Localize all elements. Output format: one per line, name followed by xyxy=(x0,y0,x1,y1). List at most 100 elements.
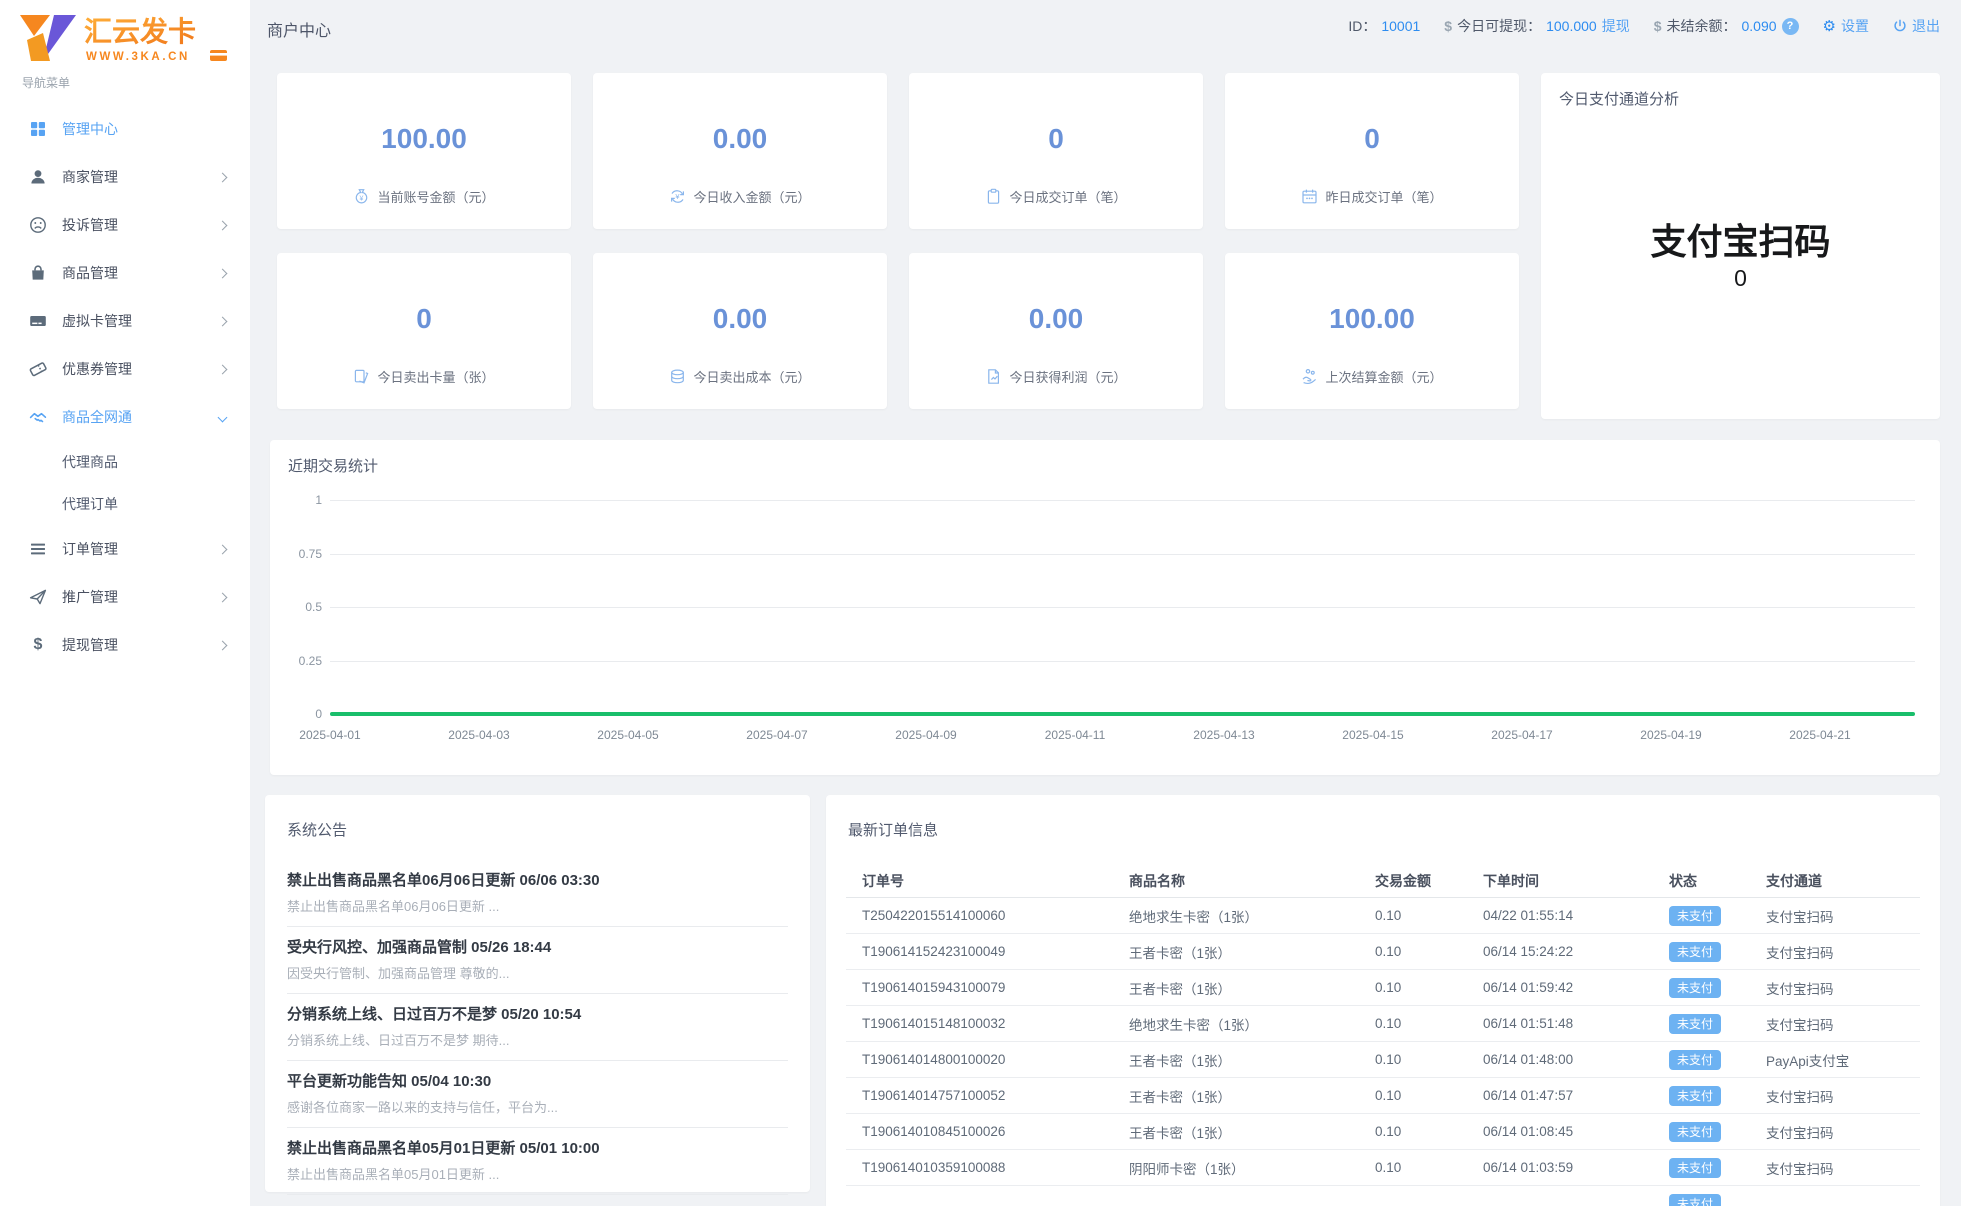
coupon-icon xyxy=(28,359,48,379)
sidebar-item-8[interactable]: 推广管理 xyxy=(0,573,250,621)
stat-card: 0 今日成交订单（笔） xyxy=(909,73,1203,229)
sidebar-item-5[interactable]: 优惠券管理 xyxy=(0,345,250,393)
order-channel: 支付宝扫码 xyxy=(1766,1125,1834,1141)
order-row: T190614014757100052 王者卡密（1张） 0.10 06/14 01:… xyxy=(846,1078,1920,1114)
sidebar-subitem[interactable]: 代理订单 xyxy=(0,483,250,525)
order-product: 王者卡密（1张） xyxy=(1129,1089,1232,1105)
order-channel: 支付宝扫码 xyxy=(1766,981,1834,997)
order-row: T250422015514100060 绝地求生卡密（1张） 0.10 04/22 0… xyxy=(846,898,1920,934)
announcement-item[interactable]: 禁止出售商品黑名单05月01日更新 05/01 10:00 禁止出售商品黑名单05… xyxy=(287,1128,788,1195)
stat-label: 今日成交订单（笔） xyxy=(1009,190,1127,205)
announcement-title: 分销系统上线、日过百万不是梦 05/20 10:54 xyxy=(287,1006,582,1023)
nav-section-label: 导航菜单 xyxy=(22,76,71,90)
y-axis-tick-label: 0.5 xyxy=(305,600,322,614)
sidebar-item-label: 商家管理 xyxy=(62,169,118,185)
order-no: T190614015943100079 xyxy=(862,980,1006,995)
settle-hand-icon xyxy=(1301,368,1318,385)
settings-button[interactable]: ⚙ 设置 xyxy=(1823,16,1869,36)
stat-label: 今日获得利润（元） xyxy=(1009,370,1127,385)
chevron-right-icon xyxy=(217,268,228,278)
withdrawable-value: 100.000 xyxy=(1546,18,1597,34)
sidebar-item-label: 优惠券管理 xyxy=(62,361,132,377)
dashboard-icon xyxy=(28,119,48,139)
x-axis-tick-label: 2025-04-05 xyxy=(597,728,659,742)
payment-panel-title: 今日支付通道分析 xyxy=(1559,91,1680,108)
product-icon xyxy=(28,263,48,283)
stat-card: 0 昨日成交订单（笔） xyxy=(1225,73,1519,229)
chevron-right-icon xyxy=(217,364,228,374)
announcement-summary: 感谢各位商家一路以来的支持与信任，平台为... xyxy=(287,1100,558,1115)
complaint-icon xyxy=(28,215,48,235)
order-amount: 0.10 xyxy=(1375,1124,1402,1139)
stat-value: 0.00 xyxy=(1028,303,1084,334)
announcements-panel: 系统公告 禁止出售商品黑名单06月06日更新 06/06 03:30 禁止出售商品… xyxy=(265,795,810,1195)
orders-column-header: 交易金额 xyxy=(1375,872,1431,889)
virtual-card-icon xyxy=(28,311,48,331)
chevron-down-icon xyxy=(217,412,228,422)
sidebar-item-6[interactable]: 商品全网通 xyxy=(0,393,250,441)
order-product: 阴阳师卡密（1张） xyxy=(1129,1161,1245,1177)
stat-card: 0 今日卖出卡量（张） xyxy=(277,253,571,409)
stat-value: 0 xyxy=(1048,123,1064,154)
help-icon[interactable]: ? xyxy=(1781,17,1799,35)
sidebar-item-2[interactable]: 投诉管理 xyxy=(0,201,250,249)
order-amount: 0.10 xyxy=(1375,944,1402,959)
order-no: T190614014800100020 xyxy=(862,1052,1006,1067)
sidebar-item-3[interactable]: 商品管理 xyxy=(0,249,250,297)
sidebar-item-7[interactable]: 订单管理 xyxy=(0,525,250,573)
order-product: 王者卡密（1张） xyxy=(1129,1125,1232,1141)
sidebar-item-0[interactable]: 管理中心 xyxy=(0,105,250,153)
order-amount: 0.10 xyxy=(1375,1160,1402,1175)
logout-button[interactable]: 退出 xyxy=(1893,16,1940,36)
announcement-summary: 因受央行管制、加强商品管理 尊敬的... xyxy=(287,966,510,981)
order-row: T190614015943100079 王者卡密（1张） 0.10 06/14 01:… xyxy=(846,970,1920,1006)
chevron-right-icon xyxy=(217,220,228,230)
announcement-item[interactable]: 分销系统上线、日过百万不是梦 05/20 10:54 分销系统上线、日过百万不是梦… xyxy=(287,994,788,1061)
order-amount: 0.10 xyxy=(1375,908,1402,923)
stat-label: 今日收入金额（元） xyxy=(693,190,811,205)
order-time: 06/14 01:59:42 xyxy=(1483,980,1574,995)
withdraw-icon: $ xyxy=(33,636,43,653)
sidebar-item-9[interactable]: $ 提现管理 xyxy=(0,621,250,669)
svg-text:¥: ¥ xyxy=(676,192,681,201)
brand-name: 汇云发卡 xyxy=(84,15,196,47)
order-no: T190614010845100026 xyxy=(862,1124,1006,1139)
x-axis-tick-label: 2025-04-21 xyxy=(1789,728,1851,742)
sidebar-item-4[interactable]: 虚拟卡管理 xyxy=(0,297,250,345)
orders-column-header: 商品名称 xyxy=(1129,872,1185,889)
x-axis-tick-label: 2025-04-19 xyxy=(1640,728,1702,742)
announcement-summary: 分销系统上线、日过百万不是梦 期待... xyxy=(287,1033,510,1048)
status-badge: 未支付 xyxy=(1669,1121,1722,1142)
unsettled-label: 未结余额： xyxy=(1666,18,1737,34)
svg-text:¥: ¥ xyxy=(360,195,364,202)
status-badge: 未支付 xyxy=(1669,1013,1722,1034)
sidebar-item-1[interactable]: 商家管理 xyxy=(0,153,250,201)
announcement-item[interactable]: 平台更新功能告知 05/04 10:30 感谢各位商家一路以来的支持与信任，平台为… xyxy=(287,1061,788,1128)
sidebar-item-label: 投诉管理 xyxy=(62,217,118,233)
payment-channel-count: 0 xyxy=(1734,265,1747,291)
order-no: T190614152423100049 xyxy=(862,944,1006,959)
stat-value: 100.00 xyxy=(381,123,467,154)
order-time: 04/22 01:55:14 xyxy=(1483,908,1574,923)
status-badge: 未支付 xyxy=(1669,1049,1722,1070)
x-axis-tick-label: 2025-04-13 xyxy=(1193,728,1255,742)
announcement-item[interactable]: 禁止出售商品黑名单06月06日更新 06/06 03:30 禁止出售商品黑名单06… xyxy=(287,860,788,927)
order-time: 06/14 01:47:57 xyxy=(1483,1088,1574,1103)
sidebar-item-label: 订单管理 xyxy=(62,541,118,557)
x-axis-labels: 2025-04-01 2025-04-03 2025-04-05 2025-04-07… xyxy=(280,728,1870,742)
withdraw-link[interactable]: 提现 xyxy=(1602,16,1630,36)
order-amount: 0.10 xyxy=(1375,1016,1402,1031)
sidebar-item-label: 管理中心 xyxy=(62,121,118,137)
sidebar-item-label: 虚拟卡管理 xyxy=(62,313,132,329)
stat-value: 0 xyxy=(1364,123,1380,154)
chevron-right-icon xyxy=(217,640,228,650)
order-no: T190614010359100088 xyxy=(862,1160,1006,1175)
stat-card: 0.00 今日卖出成本（元） xyxy=(593,253,887,409)
income-icon: ¥ xyxy=(669,188,686,205)
order-no: T190614014757100052 xyxy=(862,1088,1006,1103)
sidebar-subitem[interactable]: 代理商品 xyxy=(0,441,250,483)
brand-logo[interactable]: 汇云发卡 WWW.3KA.CN xyxy=(0,0,250,64)
announcement-item[interactable]: 受央行风控、加强商品管制 05/26 18:44 因受央行管制、加强商品管理 尊敬… xyxy=(287,927,788,994)
order-amount: 0.10 xyxy=(1375,1052,1402,1067)
order-row: T190614010359100088 阴阳师卡密（1张） 0.10 06/14 01… xyxy=(846,1150,1920,1186)
